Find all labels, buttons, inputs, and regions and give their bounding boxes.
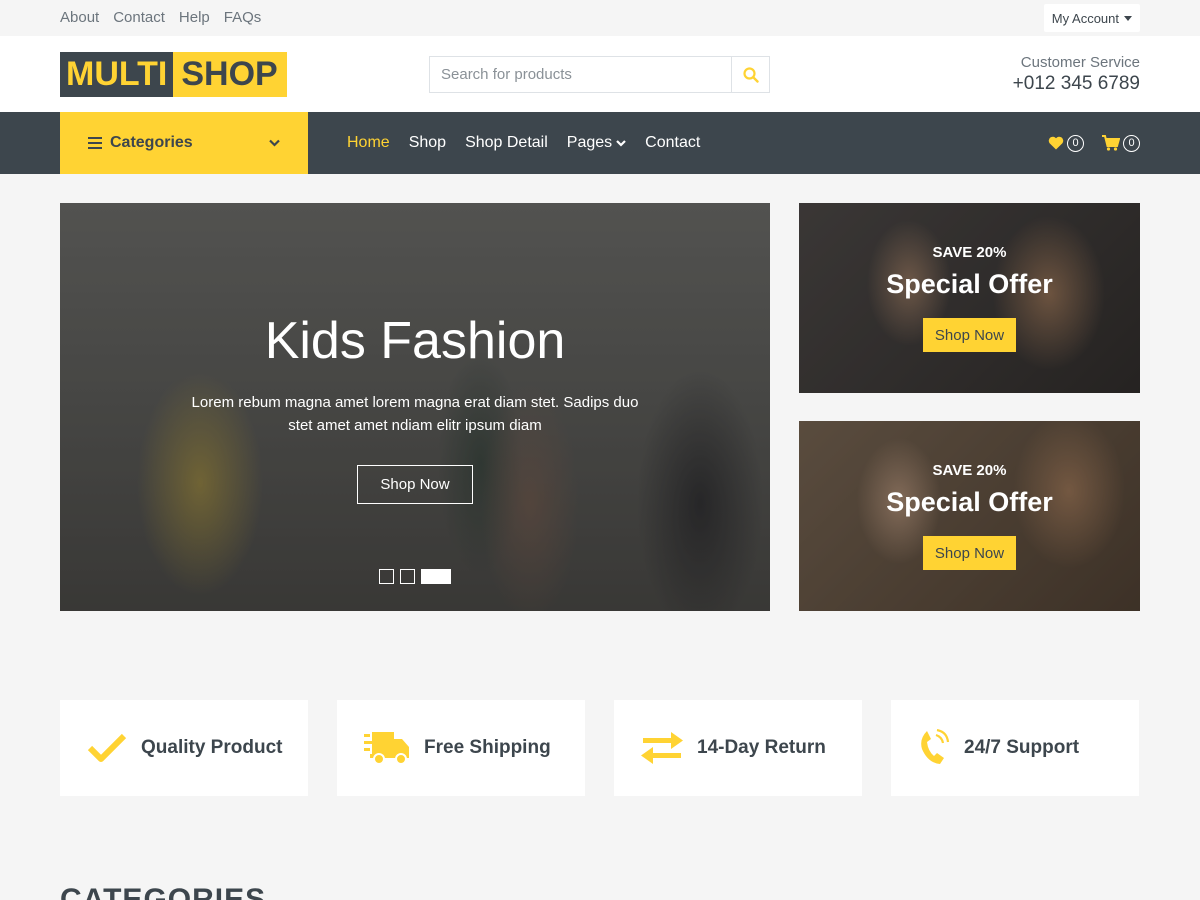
my-account-dropdown[interactable]: My Account [1043,4,1140,32]
feature-label: 14-Day Return [697,737,826,758]
offer-title: Special Offer [886,269,1053,299]
offer-shop-now-button[interactable]: Shop Now [923,318,1016,352]
check-icon [87,733,127,762]
cart-button[interactable]: 0 [1102,134,1140,152]
search-input[interactable] [430,57,731,92]
my-account-label: My Account [1051,10,1119,26]
categories-button[interactable]: Categories [60,112,308,174]
carousel-indicator[interactable] [400,569,415,584]
main-navbar: Categories Home Shop Shop Detail Pages C… [0,112,1200,174]
top-link-faqs[interactable]: FAQs [224,9,262,26]
top-links: About Contact Help FAQs [60,9,261,26]
customer-service-label: Customer Service [1020,54,1140,71]
offer-save-label: SAVE 20% [932,244,1007,261]
section-title-categories: CATEGORIES [60,883,267,900]
hero-description: Lorem rebum magna amet lorem magna erat … [191,394,639,434]
feature-label: Quality Product [141,737,283,758]
feature-label: 24/7 Support [964,737,1080,758]
offer-banner: SAVE 20% Special Offer Shop Now [799,203,1140,393]
feature-free-shipping: Free Shipping [337,700,585,796]
nav-item-contact[interactable]: Contact [645,134,700,152]
offer-save-label: SAVE 20% [932,462,1007,479]
top-bar: About Contact Help FAQs My Account [0,0,1200,36]
phone-volume-icon [921,729,950,764]
logo-part-multi: MULTI [60,52,174,97]
top-link-help[interactable]: Help [179,9,210,26]
shopping-cart-icon [1102,135,1120,151]
cart-count-badge: 0 [1123,134,1140,152]
top-link-about[interactable]: About [60,9,99,26]
offer-title: Special Offer [886,487,1053,517]
logo[interactable]: MULTI SHOP [60,52,287,97]
nav-item-home[interactable]: Home [347,134,390,152]
heart-icon [1048,136,1064,150]
nav-icons: 0 0 [1048,112,1140,174]
feature-label: Free Shipping [424,737,551,758]
exchange-arrows-icon [641,732,683,764]
wishlist-button[interactable]: 0 [1048,134,1084,152]
chevron-down-icon [269,139,280,147]
wishlist-count-badge: 0 [1067,134,1084,152]
site-header: MULTI SHOP Customer Service +012 345 678… [0,36,1200,112]
nav-item-pages-label: Pages [566,134,613,151]
hero-title: Kids Fashion [264,312,566,370]
offer-shop-now-button[interactable]: Shop Now [923,536,1016,570]
customer-service: Customer Service +012 345 6789 [1013,54,1140,95]
nav-menu: Home Shop Shop Detail Pages Contact [347,112,700,174]
logo-part-shop: SHOP [173,52,287,97]
chevron-down-icon [616,139,626,147]
search-icon [742,66,759,83]
offer-banner: SAVE 20% Special Offer Shop Now [799,421,1140,611]
feature-quality-product: Quality Product [60,700,308,796]
categories-label: Categories [110,134,193,151]
nav-item-pages[interactable]: Pages [567,134,626,152]
carousel-indicators [379,569,451,584]
carousel-indicator[interactable] [379,569,394,584]
hero-carousel[interactable]: Kids Fashion Lorem rebum magna amet lore… [60,203,770,611]
search-button[interactable] [731,57,769,92]
feature-24-7-support: 24/7 Support [891,700,1139,796]
nav-item-shop-detail[interactable]: Shop Detail [465,134,548,152]
shipping-truck-icon [364,732,409,765]
customer-service-phone: +012 345 6789 [1012,73,1140,94]
nav-item-shop[interactable]: Shop [409,134,446,152]
hero-shop-now-button[interactable]: Shop Now [357,465,473,504]
caret-down-icon [1124,15,1132,21]
search-bar [429,56,770,93]
carousel-indicator-active[interactable] [421,569,451,584]
feature-14-day-return: 14-Day Return [614,700,862,796]
bars-icon [88,137,102,149]
top-link-contact[interactable]: Contact [113,9,165,26]
